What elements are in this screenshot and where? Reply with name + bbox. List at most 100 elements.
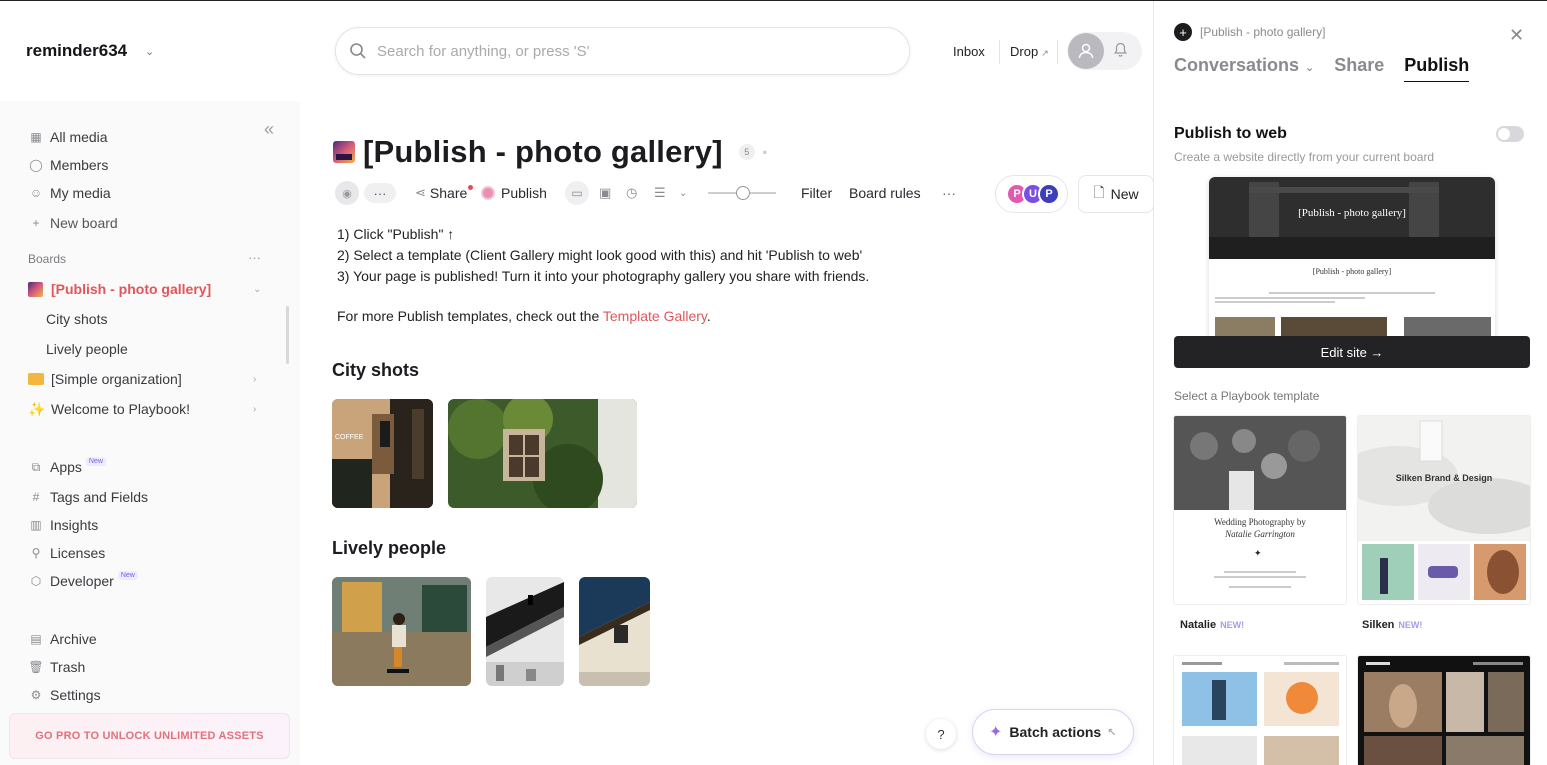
list-icon[interactable]: ☰ bbox=[654, 180, 666, 206]
close-icon[interactable]: ✕ bbox=[1509, 25, 1524, 46]
collapse-sidebar-icon[interactable]: « bbox=[264, 119, 274, 140]
globe-icon bbox=[481, 186, 495, 200]
sidebar-scrollbar[interactable] bbox=[286, 306, 289, 364]
sidebar-board-city-shots[interactable]: City shots bbox=[46, 308, 107, 330]
tab-conversations[interactable]: Conversations ⌄ bbox=[1174, 55, 1314, 82]
sidebar-item-developer[interactable]: ⬡ Developer New bbox=[28, 570, 138, 592]
template-card-natalie[interactable]: Wedding Photography by Natalie Garringto… bbox=[1174, 416, 1346, 604]
publish-to-web-toggle[interactable] bbox=[1496, 126, 1524, 142]
notification-dot bbox=[468, 184, 474, 190]
share-icon: ⋖ bbox=[415, 185, 426, 200]
sidebar: reminder634 ⌄ « ▦ All media ◯ Members ☺ My … bbox=[0, 1, 300, 765]
photo-thumbnail[interactable] bbox=[448, 399, 637, 508]
template-gallery-link[interactable]: Template Gallery bbox=[603, 308, 707, 324]
drop-link[interactable]: Drop ↗ bbox=[1010, 44, 1049, 59]
more-options-icon[interactable]: ··· bbox=[364, 183, 396, 203]
site-preview[interactable]: [Publish - photo gallery] [Publish - pho… bbox=[1209, 177, 1495, 339]
workspace-name[interactable]: reminder634 bbox=[26, 41, 127, 61]
template-card-photography[interactable] bbox=[1358, 656, 1530, 765]
plus-icon[interactable]: + bbox=[1174, 23, 1192, 41]
photo-thumbnail[interactable]: COFFEE bbox=[332, 399, 433, 508]
page-title[interactable]: [Publish - photo gallery] bbox=[363, 134, 723, 170]
filter-button[interactable]: Filter bbox=[801, 180, 832, 206]
sidebar-item-new-board[interactable]: + New board bbox=[28, 212, 117, 234]
chevron-down-icon[interactable]: ⌄ bbox=[679, 180, 687, 206]
bell-icon[interactable] bbox=[1114, 42, 1127, 60]
sidebar-item-my-media[interactable]: ☺ My media bbox=[28, 182, 111, 204]
sidebar-item-insights[interactable]: ▥ Insights bbox=[28, 514, 98, 536]
bookmark-icon[interactable]: ▪ bbox=[763, 145, 767, 159]
clock-icon[interactable]: ◷ bbox=[626, 180, 637, 206]
share-button[interactable]: ⋖ Share bbox=[415, 180, 474, 206]
boards-more-icon[interactable]: ··· bbox=[248, 250, 261, 265]
expand-icon: ↖ bbox=[1107, 726, 1117, 739]
external-link-icon: ↗ bbox=[1041, 48, 1049, 58]
chevron-down-icon: ⌄ bbox=[1305, 62, 1315, 74]
sidebar-item-archive[interactable]: ▤ Archive bbox=[28, 628, 96, 650]
sidebar-board-lively-people[interactable]: Lively people bbox=[46, 338, 128, 360]
sidebar-board-publish-photo-gallery[interactable]: [Publish - photo gallery] bbox=[28, 278, 211, 300]
board-title-row: [Publish - photo gallery] 5 ▪ bbox=[333, 134, 767, 170]
chevron-right-icon[interactable]: › bbox=[253, 374, 256, 385]
chevron-down-icon[interactable]: ⌄ bbox=[253, 284, 261, 295]
zoom-slider-handle[interactable] bbox=[736, 186, 750, 200]
template-card-silken[interactable]: Silken Brand & Design bbox=[1358, 416, 1530, 604]
publish-to-web-heading: Publish to web bbox=[1174, 125, 1287, 142]
search-input[interactable] bbox=[377, 42, 877, 60]
photo-thumbnail[interactable] bbox=[579, 577, 650, 686]
board-rules-button[interactable]: Board rules bbox=[849, 180, 921, 206]
collaborators-group[interactable]: P U P bbox=[995, 175, 1068, 213]
photo-thumbnail[interactable] bbox=[486, 577, 564, 686]
archive-icon: ▤ bbox=[30, 632, 42, 646]
new-button[interactable]: 🗋 New bbox=[1078, 175, 1154, 213]
grid-icon: ▦ bbox=[30, 130, 42, 144]
user-icon bbox=[1078, 43, 1094, 59]
template-card-product[interactable] bbox=[1174, 656, 1346, 765]
photo-thumbnail[interactable] bbox=[332, 577, 471, 686]
publish-button[interactable]: Publish bbox=[481, 180, 547, 206]
sidebar-board-simple-organization[interactable]: [Simple organization] bbox=[28, 368, 182, 390]
publish-to-web-description: Create a website directly from your curr… bbox=[1174, 150, 1435, 164]
template-heading: Wedding Photography by bbox=[1214, 517, 1306, 527]
layout-icon[interactable]: ▣ bbox=[599, 180, 611, 206]
sparkle-icon: ✦ bbox=[989, 724, 1003, 741]
sidebar-item-all-media[interactable]: ▦ All media bbox=[28, 126, 107, 148]
help-button[interactable]: ? bbox=[926, 719, 956, 749]
tab-publish[interactable]: Publish bbox=[1404, 55, 1470, 82]
preview-subtitle: [Publish - photo gallery] bbox=[1312, 267, 1392, 276]
sidebar-item-trash[interactable]: 🗑 Trash bbox=[28, 656, 85, 678]
member-avatar-icon[interactable]: ◉ bbox=[335, 181, 359, 205]
folder-view-icon[interactable]: ▭ bbox=[565, 180, 589, 206]
edit-site-button[interactable]: Edit site → bbox=[1174, 336, 1530, 368]
sidebar-board-welcome[interactable]: ✨ Welcome to Playbook! bbox=[28, 398, 190, 420]
plus-icon: + bbox=[32, 216, 40, 230]
chevron-right-icon[interactable]: › bbox=[253, 404, 256, 415]
sidebar-item-apps[interactable]: ⧉ Apps New bbox=[28, 456, 106, 478]
new-badge: New bbox=[117, 570, 138, 580]
divider bbox=[999, 40, 1000, 64]
boards-section-label: Boards bbox=[28, 252, 67, 266]
go-pro-button[interactable]: GO PRO TO UNLOCK UNLIMITED ASSETS bbox=[9, 713, 290, 759]
section-heading-city-shots[interactable]: City shots bbox=[332, 360, 419, 381]
new-badge: NEW! bbox=[1398, 620, 1423, 630]
sidebar-item-tags-fields[interactable]: # Tags and Fields bbox=[28, 486, 148, 508]
inbox-link[interactable]: Inbox bbox=[953, 44, 985, 59]
section-heading-lively-people[interactable]: Lively people bbox=[332, 538, 446, 559]
batch-actions-button[interactable]: ✦ Batch actions ↖ bbox=[972, 709, 1134, 755]
more-icon[interactable]: ··· bbox=[942, 180, 956, 206]
template-name-natalie[interactable]: Natalie NEW! bbox=[1180, 619, 1244, 631]
avatar[interactable] bbox=[1068, 33, 1104, 69]
sidebar-item-settings[interactable]: ⚙ Settings bbox=[28, 684, 101, 706]
sidebar-item-licenses[interactable]: ⚲ Licenses bbox=[28, 542, 106, 564]
select-template-label: Select a Playbook template bbox=[1174, 389, 1320, 403]
search-bar[interactable] bbox=[335, 27, 910, 75]
svg-text:COFFEE: COFFEE bbox=[335, 434, 364, 441]
workspace-header: reminder634 ⌄ bbox=[0, 1, 300, 101]
license-icon: ⚲ bbox=[31, 546, 41, 560]
sidebar-item-members[interactable]: ◯ Members bbox=[28, 154, 108, 176]
chevron-down-icon[interactable]: ⌄ bbox=[145, 45, 154, 58]
tab-share[interactable]: Share bbox=[1334, 55, 1384, 82]
template-name-silken[interactable]: Silken NEW! bbox=[1362, 619, 1422, 631]
new-badge: NEW! bbox=[1220, 620, 1245, 630]
sparkle-icon: ✦ bbox=[1254, 548, 1262, 558]
